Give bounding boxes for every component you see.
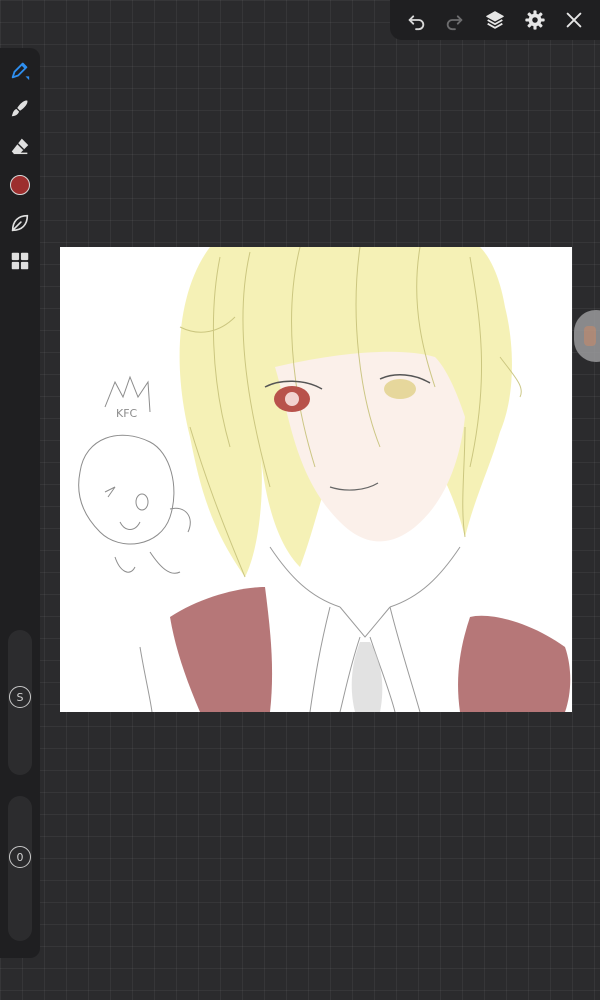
grid-icon: [11, 252, 29, 270]
layers-icon: [486, 11, 504, 29]
eraser-icon: [11, 138, 29, 155]
settings-button[interactable]: [520, 5, 550, 35]
close-button[interactable]: [559, 5, 589, 35]
artwork: KFC: [78, 247, 571, 712]
eraser-tool-button[interactable]: [6, 132, 34, 160]
layers-button[interactable]: [480, 5, 510, 35]
color-picker-button[interactable]: [6, 171, 34, 199]
brush-icon: [11, 100, 28, 117]
pen-icon: [11, 62, 30, 81]
undo-icon: [408, 15, 424, 31]
leaf-icon: [11, 214, 29, 232]
current-color-swatch: [10, 175, 30, 195]
opacity-slider[interactable]: 0: [8, 796, 32, 941]
doodle-text: KFC: [116, 407, 138, 420]
undo-button[interactable]: [401, 5, 431, 35]
brush-size-handle[interactable]: S: [9, 686, 31, 708]
brush-size-slider[interactable]: S: [8, 630, 32, 775]
drawing-app: S 0 KFC: [0, 0, 600, 1000]
drawing-canvas[interactable]: KFC: [60, 247, 572, 712]
brush-tool-button[interactable]: [6, 94, 34, 122]
opacity-handle[interactable]: 0: [9, 846, 31, 868]
close-icon: [566, 12, 582, 28]
reference-panel-handle[interactable]: [574, 310, 600, 362]
reference-thumbnail: [584, 326, 596, 346]
top-toolbar: [390, 0, 600, 40]
gallery-button[interactable]: [6, 247, 34, 275]
side-toolbar: S 0: [0, 48, 40, 958]
redo-icon: [447, 15, 463, 31]
gear-icon: [524, 10, 545, 30]
pen-tool-button[interactable]: [6, 56, 34, 84]
leaf-tool-button[interactable]: [6, 209, 34, 237]
redo-button[interactable]: [440, 5, 470, 35]
